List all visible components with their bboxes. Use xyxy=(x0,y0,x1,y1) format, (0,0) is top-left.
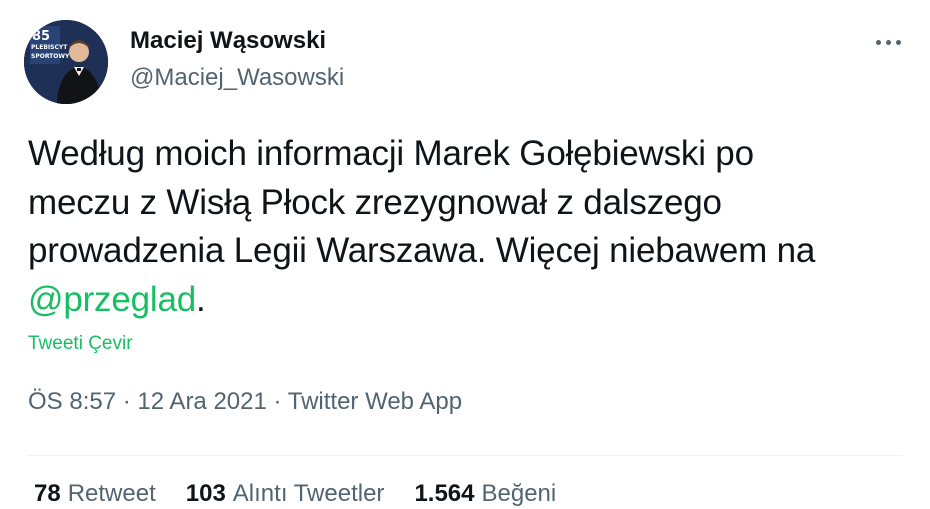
more-horizontal-icon-dot xyxy=(895,39,901,45)
more-options-button[interactable] xyxy=(866,28,910,56)
likes-stat[interactable]: 1.564 Beğeni xyxy=(414,480,556,508)
display-name[interactable]: Maciej Wąsowski xyxy=(130,27,326,55)
tweet-text: Według moich informacji Marek Gołębiewsk… xyxy=(28,130,918,324)
tweet-text-line: prowadzenia Legii Warszawa. Więcej nieba… xyxy=(28,231,816,270)
tweet-time[interactable]: ÖS 8:57 xyxy=(28,388,116,415)
tweet-date[interactable]: 12 Ara 2021 xyxy=(137,388,266,415)
translate-tweet-link[interactable]: Tweeti Çevir xyxy=(28,333,133,355)
meta-separator: · xyxy=(116,388,138,415)
meta-separator: · xyxy=(266,388,288,415)
profile-photo: 85 PLEBISCYT SPORTOWY xyxy=(24,20,108,104)
retweets-count: 78 xyxy=(34,480,61,507)
mention-link[interactable]: @przeglad xyxy=(28,280,196,319)
svg-text:PLEBISCYT: PLEBISCYT xyxy=(31,44,68,51)
tweet-text-line: @przeglad. xyxy=(28,276,918,325)
tweet-source[interactable]: Twitter Web App xyxy=(288,388,462,415)
tweet-text-line: Według moich informacji Marek Gołębiewsk… xyxy=(28,134,754,173)
tweet-stats: 78 Retweet 103 Alıntı Tweetler 1.564 Beğeni xyxy=(34,480,586,508)
quote-tweets-label: Alıntı Tweetler xyxy=(232,480,385,507)
retweets-stat[interactable]: 78 Retweet xyxy=(34,480,156,508)
user-handle[interactable]: @Maciej_Wasowski xyxy=(130,64,344,92)
avatar[interactable]: 85 PLEBISCYT SPORTOWY xyxy=(24,20,108,104)
divider xyxy=(28,455,902,456)
tweet-text-line: meczu z Wisłą Płock zrezygnował z dalsze… xyxy=(28,182,722,222)
svg-text:85: 85 xyxy=(32,29,50,44)
more-horizontal-icon-dot xyxy=(885,39,891,45)
quote-tweets-count: 103 xyxy=(185,480,226,507)
more-horizontal-icon xyxy=(875,39,881,45)
retweets-label: Retweet xyxy=(67,480,156,507)
svg-text:SPORTOWY: SPORTOWY xyxy=(31,53,70,60)
likes-count: 1.564 xyxy=(414,480,475,507)
likes-label: Beğeni xyxy=(481,480,557,507)
tweet-text-punctuation: . xyxy=(196,279,206,319)
quote-tweets-stat[interactable]: 103 Alıntı Tweetler xyxy=(186,480,385,508)
tweet-meta: ÖS 8:57 · 12 Ara 2021 · Twitter Web App xyxy=(28,388,462,416)
